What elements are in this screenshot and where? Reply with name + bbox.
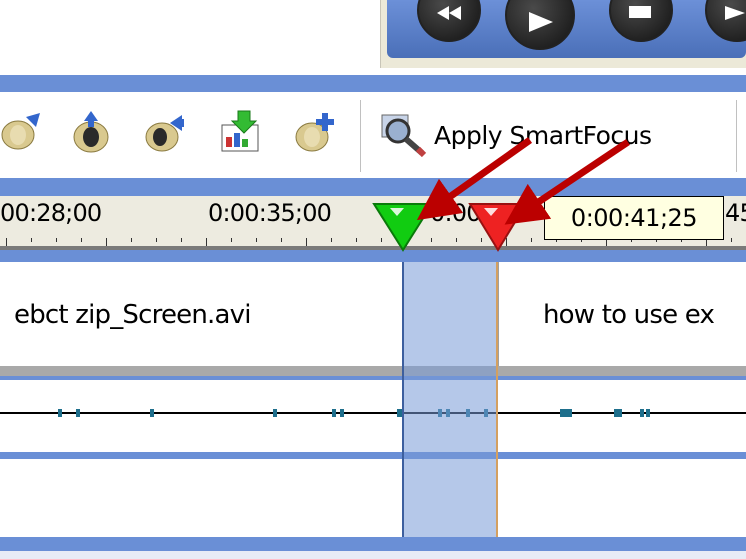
annotation-arrows [416,137,630,225]
arrow-to-end-marker [504,139,630,225]
arrow-to-start-marker [416,137,533,221]
